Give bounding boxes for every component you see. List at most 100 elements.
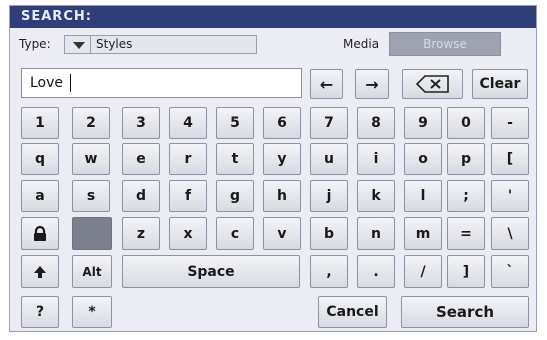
key-y[interactable]: y (263, 143, 301, 175)
key-0[interactable]: 0 (447, 107, 485, 139)
key-label: 4 (183, 115, 193, 131)
key-label: g (229, 188, 241, 204)
alt-button[interactable]: Alt (72, 255, 112, 288)
key-label: ? (35, 304, 45, 320)
key-label: k (371, 188, 381, 204)
key-1[interactable]: 1 (21, 107, 59, 139)
key-u[interactable]: u (310, 143, 348, 175)
type-dropdown[interactable]: Styles (64, 35, 257, 54)
key-b[interactable]: b (310, 217, 348, 250)
browse-button[interactable]: Browse (389, 32, 501, 56)
key-2[interactable]: 2 (72, 107, 110, 139)
cursor-left-button[interactable]: ← (310, 69, 343, 99)
key-h[interactable]: h (263, 180, 301, 212)
key-minus[interactable]: - (491, 107, 529, 139)
key-apostrophe[interactable]: ' (491, 180, 529, 212)
key-3[interactable]: 3 (122, 107, 160, 139)
key-comma[interactable]: , (310, 255, 348, 288)
shift-button[interactable] (21, 255, 59, 288)
lock-icon (34, 225, 46, 241)
type-label: Type: (19, 37, 51, 51)
key-8[interactable]: 8 (357, 107, 395, 139)
key-label: * (88, 304, 96, 320)
key-label: / (420, 263, 426, 280)
key-label: ' (507, 188, 513, 204)
backspace-icon (415, 75, 449, 93)
key-label: ` (506, 263, 514, 280)
key-label: 8 (371, 115, 381, 131)
key-z[interactable]: z (122, 217, 160, 250)
key-x[interactable]: x (169, 217, 207, 250)
space-label: Space (187, 263, 235, 280)
key-label: , (326, 263, 332, 280)
key-label: 2 (86, 115, 96, 131)
key-backtick[interactable]: ` (491, 255, 529, 288)
key-close-bracket[interactable]: ] (447, 255, 485, 288)
key-g[interactable]: g (216, 180, 254, 212)
caps-lock-button[interactable] (21, 217, 59, 250)
cursor-right-label: → (365, 74, 379, 94)
key-d[interactable]: d (122, 180, 160, 212)
key-question[interactable]: ? (21, 296, 59, 328)
key-9[interactable]: 9 (404, 107, 442, 139)
key-equals[interactable]: = (447, 217, 485, 250)
key-label: l (420, 188, 426, 204)
key-7[interactable]: 7 (310, 107, 348, 139)
key-slash[interactable]: / (404, 255, 442, 288)
search-input-value: Love (30, 75, 64, 91)
key-e[interactable]: e (122, 143, 160, 175)
browse-label: Browse (423, 37, 467, 51)
cancel-label: Cancel (326, 304, 379, 320)
key-j[interactable]: j (310, 180, 348, 212)
blank-key[interactable] (72, 217, 112, 250)
dropdown-arrow-icon[interactable] (73, 42, 85, 49)
key-label: 1 (35, 115, 45, 131)
cursor-right-button[interactable]: → (355, 69, 389, 99)
key-label: . (373, 263, 379, 280)
key-c[interactable]: c (216, 217, 254, 250)
backspace-button[interactable] (402, 69, 463, 99)
key-asterisk[interactable]: * (72, 296, 112, 328)
key-s[interactable]: s (72, 180, 110, 212)
key-period[interactable]: . (357, 255, 395, 288)
clear-label: Clear (479, 76, 521, 92)
key-l[interactable]: l (404, 180, 442, 212)
clear-button[interactable]: Clear (472, 69, 528, 99)
key-r[interactable]: r (169, 143, 207, 175)
search-input[interactable]: Love (21, 68, 302, 98)
space-button[interactable]: Space (122, 255, 300, 288)
key-semicolon[interactable]: ; (447, 180, 485, 212)
key-5[interactable]: 5 (216, 107, 254, 139)
key-6[interactable]: 6 (263, 107, 301, 139)
key-v[interactable]: v (263, 217, 301, 250)
cancel-button[interactable]: Cancel (318, 296, 387, 328)
key-backslash[interactable]: \ (491, 217, 529, 250)
search-button[interactable]: Search (401, 296, 529, 328)
key-o[interactable]: o (404, 143, 442, 175)
key-label: n (371, 225, 381, 242)
key-label: 6 (277, 115, 287, 131)
key-label: 7 (324, 115, 334, 131)
key-t[interactable]: t (216, 143, 254, 175)
key-k[interactable]: k (357, 180, 395, 212)
key-p[interactable]: p (447, 143, 485, 175)
key-label: - (507, 115, 513, 131)
key-label: = (460, 225, 472, 242)
key-open-bracket[interactable]: [ (491, 143, 529, 175)
text-caret (70, 74, 71, 92)
key-n[interactable]: n (357, 217, 395, 250)
alt-label: Alt (82, 264, 102, 279)
key-label: 0 (461, 115, 471, 131)
cursor-left-label: ← (319, 74, 334, 94)
key-f[interactable]: f (169, 180, 207, 212)
key-4[interactable]: 4 (169, 107, 207, 139)
key-q[interactable]: q (21, 143, 59, 175)
key-m[interactable]: m (404, 217, 442, 250)
key-a[interactable]: a (21, 180, 59, 212)
key-label: s (86, 188, 96, 204)
panel-title: SEARCH: (21, 9, 92, 24)
key-w[interactable]: w (72, 143, 110, 175)
key-label: j (326, 188, 332, 204)
key-i[interactable]: i (357, 143, 395, 175)
key-label: e (136, 151, 146, 167)
